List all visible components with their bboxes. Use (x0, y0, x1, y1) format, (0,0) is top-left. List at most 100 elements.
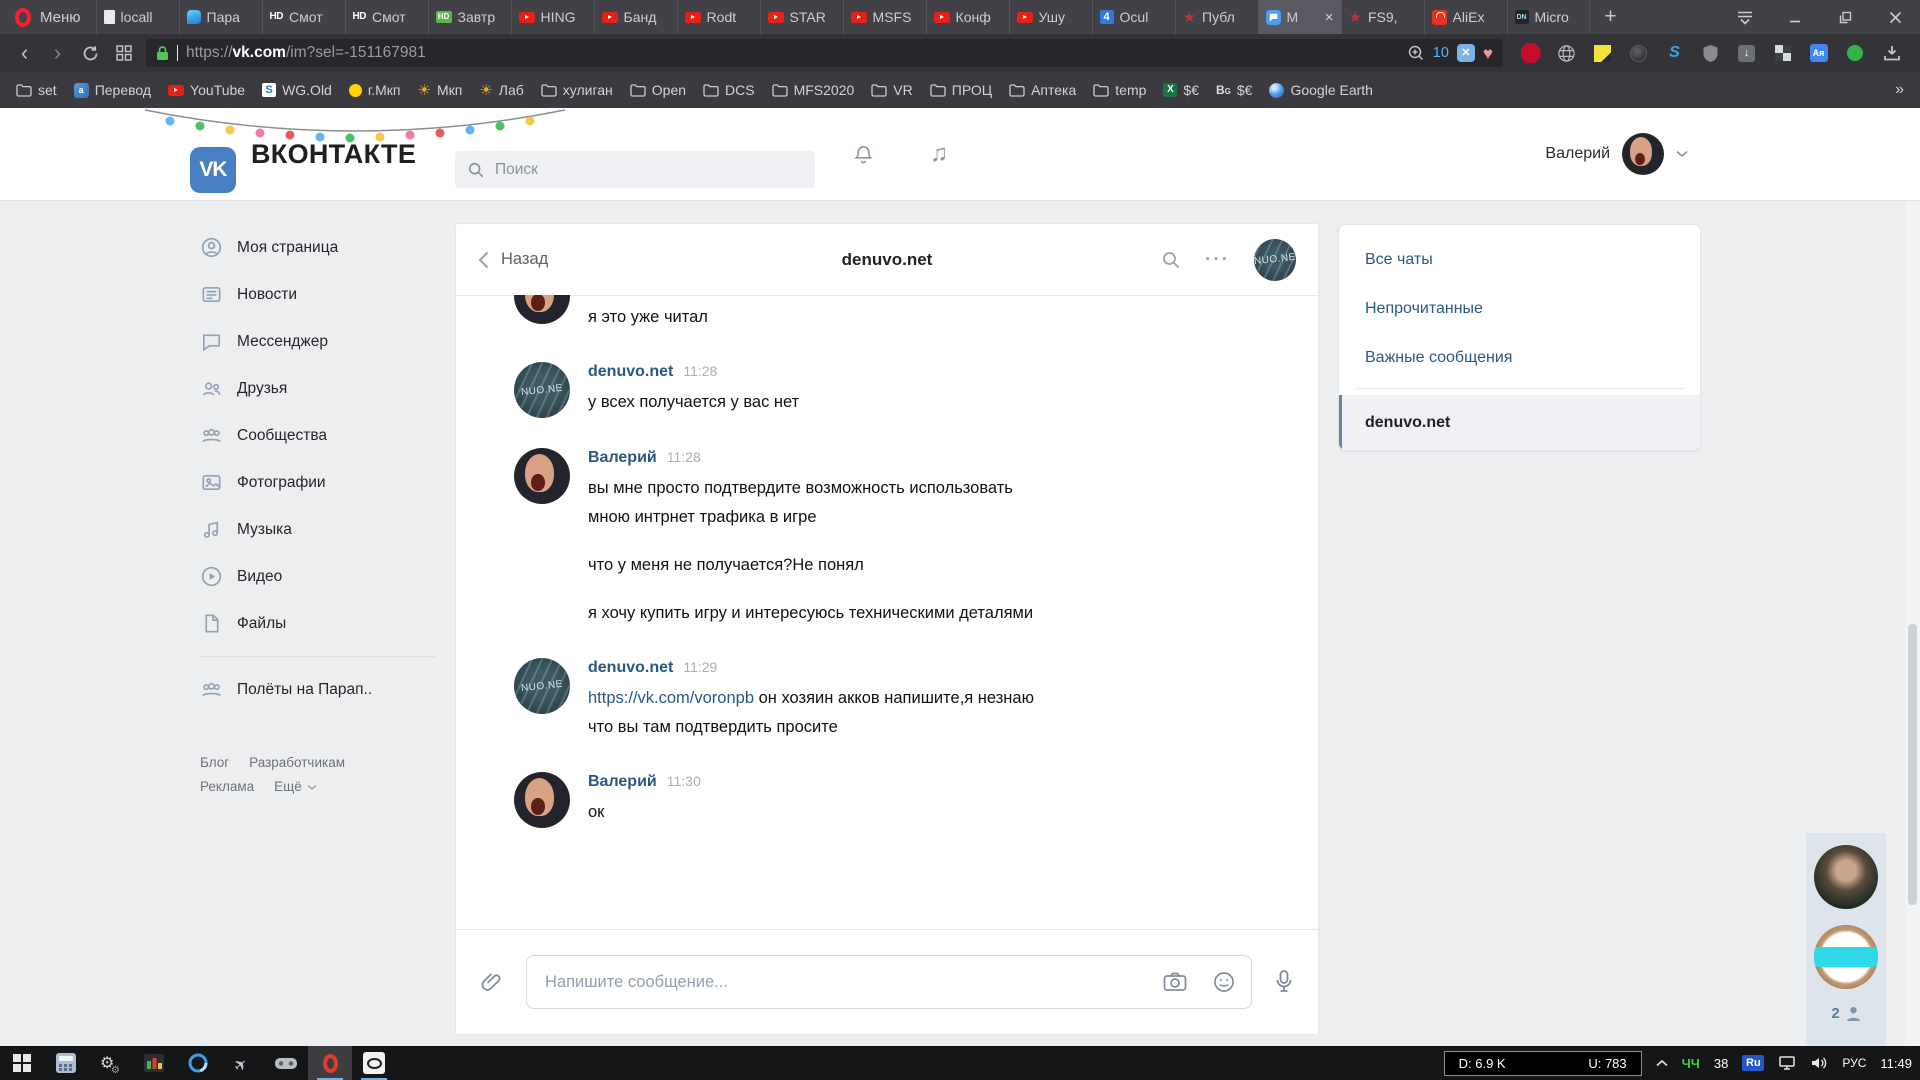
vk-wordmark[interactable]: ВКОНТАКТЕ (251, 108, 416, 200)
sidebar-item-4[interactable]: Друзья (200, 365, 435, 412)
tab[interactable]: locall (95, 0, 179, 34)
vk-search-input[interactable]: Поиск (455, 151, 815, 188)
sidebar-item-1[interactable]: Моя страница (200, 224, 435, 271)
message-author[interactable]: denuvo.net (588, 363, 673, 381)
message-input[interactable]: Напишите сообщение... (526, 955, 1252, 1009)
vk-logo-icon[interactable]: VK (190, 147, 236, 193)
extension-checkerboard[interactable] (1771, 42, 1794, 65)
message-author[interactable]: Валерий (588, 449, 657, 467)
close-tab-icon[interactable]: × (1323, 9, 1334, 26)
taskbar-activity-monitor-button[interactable] (132, 1046, 176, 1080)
address-bar[interactable]: https://vk.com/im?sel=-151167981 10 ✕ ♥ (146, 39, 1503, 67)
taskbar-settings-gears-button[interactable]: ⚙ ⚙ (88, 1046, 132, 1080)
tab[interactable]: Пара (178, 0, 262, 34)
message-avatar[interactable] (514, 295, 570, 324)
sidebar-item-8[interactable]: Видео (200, 553, 435, 600)
taskbar-jet-button[interactable]: ✈ (220, 1046, 264, 1080)
sidebar-item-5[interactable]: Сообщества (200, 412, 435, 459)
taskbar-opera-app-button[interactable] (308, 1046, 352, 1080)
tab[interactable]: MSFS (842, 0, 926, 34)
bookmark[interactable]: BG $€ (1216, 82, 1252, 98)
extension-down-arrow[interactable]: ↓ (1735, 42, 1758, 65)
sidebar-item-2[interactable]: Новости (200, 271, 435, 318)
footer-link[interactable]: Блог (200, 751, 229, 775)
taskbar-calculator-button[interactable] (44, 1046, 88, 1080)
zoom-page-icon[interactable] (1407, 44, 1425, 62)
tab[interactable]: Конф (925, 0, 1009, 34)
bookmark[interactable]: VR (871, 82, 913, 98)
extension-adblock-plus[interactable] (1519, 42, 1542, 65)
taskbar-gamepad-button[interactable] (264, 1046, 308, 1080)
bookmark[interactable]: ☀ Мкп (418, 82, 463, 98)
chat-filter-link[interactable]: Важные сообщения (1339, 333, 1700, 382)
message-author[interactable]: denuvo.net (588, 659, 673, 677)
bookmark[interactable]: MFS2020 (771, 82, 854, 98)
smiley-icon[interactable] (1213, 971, 1235, 993)
tab-menu-button[interactable] (1720, 0, 1770, 34)
tab[interactable]: HD Завтр (427, 0, 511, 34)
bookmarks-overflow-button[interactable]: » (1895, 81, 1904, 99)
tab[interactable]: Rodt (676, 0, 760, 34)
chat-more-icon[interactable]: ··· (1205, 249, 1230, 271)
bookmark[interactable]: Аптека (1009, 82, 1076, 98)
back-button[interactable]: ‹ (8, 38, 41, 68)
bookmark-heart-icon[interactable]: ♥ (1483, 45, 1493, 62)
tab[interactable]: Ушу (1008, 0, 1092, 34)
sidebar-item-3[interactable]: Мессенджер (200, 318, 435, 365)
tab[interactable]: STAR (759, 0, 843, 34)
extension-s-logo[interactable]: S (1663, 42, 1686, 65)
message-avatar[interactable] (514, 448, 570, 504)
chat-search-icon[interactable] (1161, 250, 1181, 270)
message-link[interactable]: https://vk.com/voronpb (588, 689, 754, 707)
hidden-icons-chevron[interactable] (1656, 1059, 1668, 1067)
speed-dial-button[interactable] (107, 38, 140, 68)
extension-green-dot[interactable] (1843, 42, 1866, 65)
footer-link[interactable]: Разработчикам (249, 751, 345, 775)
new-tab-button[interactable]: + (1590, 0, 1632, 34)
overlay-avatar-1[interactable] (1814, 845, 1878, 909)
extension-sticky-notes[interactable] (1591, 42, 1614, 65)
maximize-button[interactable] (1820, 0, 1870, 34)
blocked-count-badge[interactable]: 10 (1433, 45, 1449, 61)
message-avatar[interactable]: NUO.NE (514, 658, 570, 714)
tab[interactable]: M × (1257, 0, 1341, 34)
chat-filter-link[interactable]: Непрочитанные (1339, 284, 1700, 333)
tab[interactable]: 4 Ocul (1091, 0, 1175, 34)
chat-filter-link[interactable]: Все чаты (1339, 235, 1700, 284)
extension-globe[interactable] (1555, 42, 1578, 65)
browser-menu-button[interactable]: Меню (0, 0, 96, 34)
bookmark[interactable]: X $€ (1163, 82, 1199, 98)
extension-shield[interactable] (1699, 42, 1722, 65)
bookmark[interactable]: Google Earth (1269, 82, 1373, 98)
bookmark[interactable]: set (16, 82, 57, 98)
bookmark[interactable]: а Перевод (73, 82, 151, 98)
back-to-chats-button[interactable]: Назад (478, 250, 548, 269)
tab[interactable]: HING (510, 0, 594, 34)
tab[interactable]: HD Смот (261, 0, 345, 34)
music-icon[interactable]: ♫ (930, 108, 948, 200)
bookmark[interactable]: хулиган (541, 82, 613, 98)
notifications-bell-icon[interactable] (852, 108, 875, 200)
chat-list-item-active[interactable]: denuvo.net (1339, 395, 1700, 450)
microphone-icon[interactable] (1274, 969, 1294, 995)
tab[interactable]: DN Micro (1506, 0, 1590, 34)
bookmark[interactable]: г.Мкп (348, 82, 401, 98)
keyboard-language[interactable]: РУС (1842, 1056, 1866, 1070)
sidebar-item-7[interactable]: Музыка (200, 506, 435, 553)
tray-app-label[interactable]: ЧЧ (1682, 1056, 1700, 1071)
tab[interactable]: ★ FS9, (1340, 0, 1424, 34)
taskbar-camera-app-button[interactable] (352, 1046, 396, 1080)
account-menu[interactable]: Валерий (1545, 108, 1688, 200)
message-avatar[interactable]: NUO.NE (514, 362, 570, 418)
sidebar-item-10[interactable]: Полёты на Парап.. (200, 666, 435, 713)
extension-dark-disc[interactable] (1627, 42, 1650, 65)
taskbar-blue-ring-button[interactable] (176, 1046, 220, 1080)
bookmark[interactable]: Open (630, 82, 686, 98)
downloads-button[interactable] (1872, 44, 1912, 62)
bookmark[interactable]: ☀ Лаб (479, 82, 523, 98)
page-scrollbar[interactable] (1905, 108, 1920, 1046)
tray-value[interactable]: 38 (1714, 1056, 1728, 1071)
network-icon[interactable] (1778, 1055, 1796, 1071)
bookmark[interactable]: temp (1093, 82, 1146, 98)
chat-peer-avatar[interactable]: NUO.NE (1254, 238, 1296, 281)
